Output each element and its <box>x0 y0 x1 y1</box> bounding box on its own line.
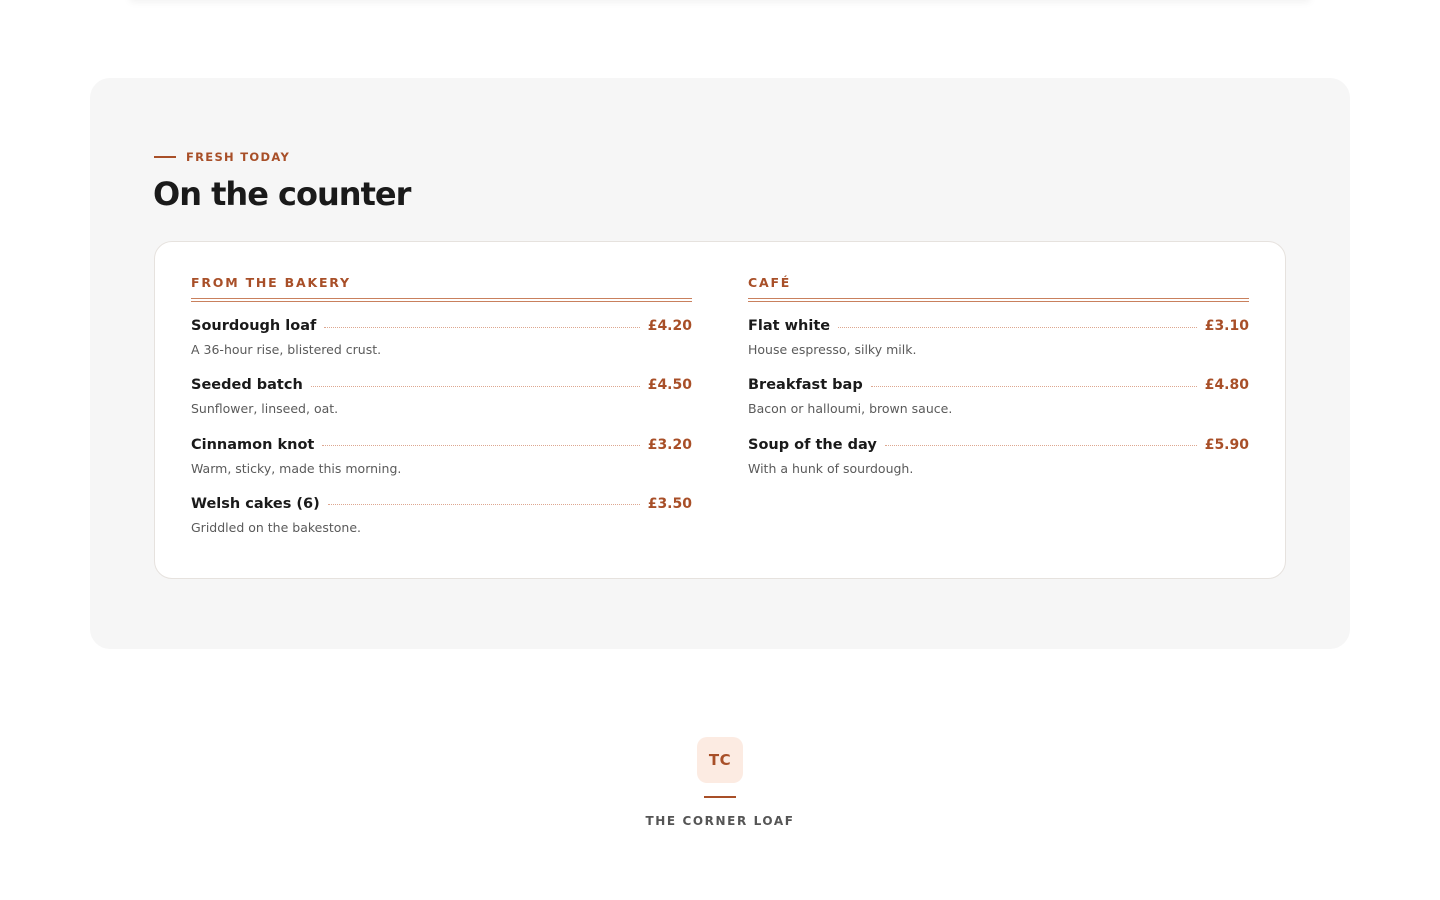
item-name: Flat white <box>748 318 831 334</box>
cafe-column: CAFÉ Flat white £3.10 House espresso, si… <box>748 276 1249 494</box>
section-title: On the counter <box>153 175 411 213</box>
item-description: Griddled on the bakestone. <box>191 519 361 535</box>
footer-divider <box>704 796 736 798</box>
item-name: Soup of the day <box>748 436 877 453</box>
item-dots <box>838 326 1197 328</box>
menu-section: FRESH TODAY On the counter FROM THE BAKE… <box>90 78 1350 649</box>
menu-item: Soup of the day £5.90 With a hunk of sou… <box>748 435 1249 494</box>
item-description: Bacon or halloumi, brown sauce. <box>748 401 953 417</box>
item-dots <box>870 385 1197 387</box>
item-name: Seeded batch <box>191 377 303 394</box>
item-dots <box>322 445 640 447</box>
item-description: With a hunk of sourdough. <box>748 460 914 476</box>
item-dots <box>327 504 640 506</box>
menu-item: Seeded batch £4.50 Sunflower, linseed, o… <box>191 375 692 434</box>
eyebrow-text: FRESH TODAY <box>186 150 291 164</box>
item-price: £4.50 <box>647 377 692 394</box>
item-dots <box>884 445 1197 447</box>
item-description: A 36-hour rise, blistered crust. <box>191 342 382 357</box>
item-description: Warm, sticky, made this morning. <box>191 460 402 476</box>
cafe-heading: CAFÉ <box>748 275 792 290</box>
item-price: £3.10 <box>1204 318 1249 334</box>
item-price: £5.90 <box>1204 436 1249 453</box>
item-price: £3.20 <box>647 436 692 453</box>
eyebrow-line <box>154 156 176 158</box>
item-price: £4.80 <box>1204 377 1249 394</box>
item-price: £4.20 <box>647 318 692 334</box>
bakery-rule <box>191 298 692 302</box>
cafe-rule <box>748 298 1249 302</box>
item-description: House espresso, silky milk. <box>748 342 917 357</box>
logo-badge[interactable]: TC <box>697 737 743 783</box>
section-eyebrow: FRESH TODAY <box>154 150 290 164</box>
bakery-heading: FROM THE BAKERY <box>191 275 351 290</box>
menu-item: Flat white £3.10 House espresso, silky m… <box>748 316 1249 375</box>
menu-item: Welsh cakes (6) £3.50 Griddled on the ba… <box>191 494 692 553</box>
bakery-column: FROM THE BAKERY Sourdough loaf £4.20 A 3… <box>191 276 692 553</box>
item-name: Welsh cakes (6) <box>191 495 320 512</box>
item-description: Sunflower, linseed, oat. <box>191 401 339 417</box>
item-name: Breakfast bap <box>748 377 863 394</box>
menu-card: FROM THE BAKERY Sourdough loaf £4.20 A 3… <box>154 241 1286 579</box>
item-price: £3.50 <box>647 495 692 512</box>
item-dots <box>310 385 640 387</box>
menu-item: Breakfast bap £4.80 Bacon or halloumi, b… <box>748 375 1249 434</box>
menu-item: Cinnamon knot £3.20 Warm, sticky, made t… <box>191 435 692 494</box>
item-name: Sourdough loaf <box>191 318 317 334</box>
menu-item: Sourdough loaf £4.20 A 36-hour rise, bli… <box>191 316 692 375</box>
item-name: Cinnamon knot <box>191 436 315 453</box>
footer-brand-name: THE CORNER LOAF <box>645 814 795 828</box>
item-dots <box>324 326 640 328</box>
